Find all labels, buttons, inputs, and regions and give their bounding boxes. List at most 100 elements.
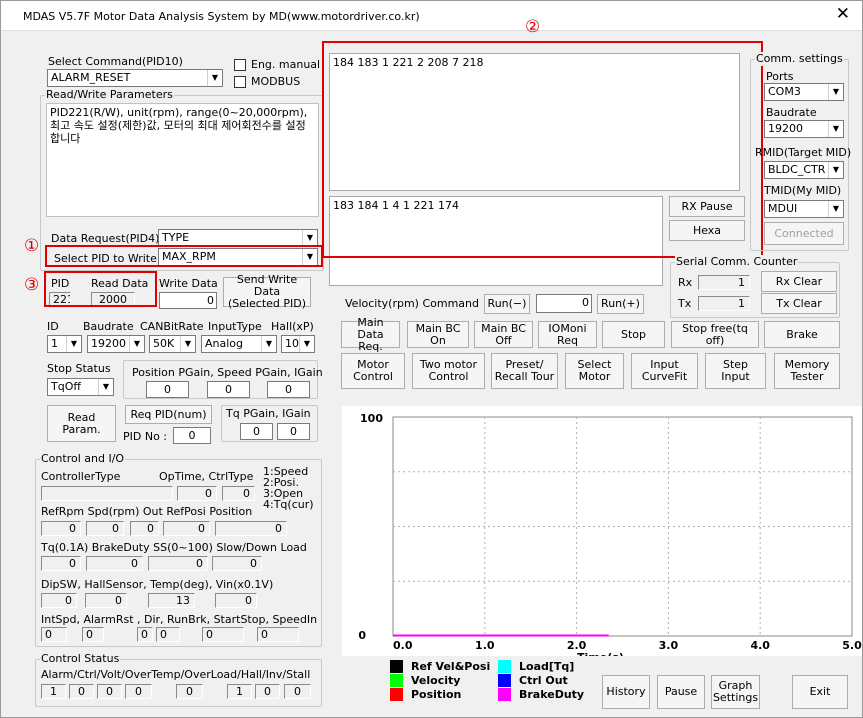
memory-tester-button[interactable]: Memory Tester — [774, 353, 840, 389]
write-data-input[interactable]: 0 — [159, 292, 217, 309]
eng-manual-checkbox[interactable]: Eng. manual — [234, 58, 320, 71]
comm-baudrate-combo[interactable]: 19200 ▼ — [764, 120, 844, 138]
canbitrate-combo[interactable]: 50K ▼ — [149, 335, 196, 353]
vin-value: 0 — [215, 593, 257, 608]
stop-status-value: TqOff — [51, 380, 81, 393]
close-icon[interactable]: ✕ — [836, 6, 850, 23]
main-bc-off-button[interactable]: Main BC Off — [474, 321, 533, 348]
position-pgain-input[interactable]: 0 — [146, 381, 189, 398]
baudrate-combo[interactable]: 19200 ▼ — [87, 335, 145, 353]
two-motor-control-button[interactable]: Two motor Control — [412, 353, 485, 389]
row4-labels: DipSW, HallSensor, Temp(deg), Vin(x0.1V) — [41, 578, 274, 591]
rx-counter-label: Rx — [678, 276, 693, 289]
rx-counter-value: 1 — [698, 275, 750, 290]
runbrk-value: 0 — [156, 627, 180, 642]
send-write-data-button[interactable]: Send Write Data (Selected PID) — [223, 274, 311, 310]
brake-button[interactable]: Brake — [764, 321, 840, 348]
dir-value: 0 — [137, 627, 153, 642]
comm-baudrate-value: 19200 — [768, 122, 803, 135]
tq-value: 0 — [41, 556, 81, 571]
main-window: MDAS V5.7F Motor Data Analysis System by… — [0, 0, 863, 718]
modbus-checkbox[interactable]: MODBUS — [234, 75, 300, 88]
startstop-value: 0 — [202, 627, 244, 642]
legend-swatch — [390, 674, 403, 687]
legend-label: BrakeDuty — [519, 688, 585, 701]
stop-free-button[interactable]: Stop free(tq off) — [671, 321, 759, 348]
optime-ctrltype-label: OpTime, CtrlType — [159, 470, 254, 483]
control-status-group: Control Status — [35, 652, 322, 707]
tmid-combo[interactable]: MDUI ▼ — [764, 200, 844, 218]
x-tick-label: 1.0 — [475, 639, 495, 652]
input-curvefit-button[interactable]: Input CurveFit — [631, 353, 698, 389]
legend-swatch — [390, 660, 403, 673]
graph-settings-button[interactable]: Graph Settings — [711, 675, 760, 709]
tq-igain-input[interactable]: 0 — [277, 423, 310, 440]
select-command-value: ALARM_RESET — [51, 71, 131, 84]
req-pid-button[interactable]: Req PID(num) — [125, 405, 212, 424]
controller-type-value — [41, 486, 173, 501]
row2-labels: RefRpm Spd(rpm) Out RefPosi Position — [41, 505, 253, 518]
rmid-combo[interactable]: BLDC_CTR ▼ — [764, 161, 844, 179]
x-tick-label: 3.0 — [659, 639, 679, 652]
legend-swatch — [498, 660, 511, 673]
checkbox-box — [234, 75, 246, 88]
run-plus-button[interactable]: Run(+) — [597, 294, 644, 314]
chevron-down-icon: ▼ — [302, 230, 317, 246]
id-combo[interactable]: 1 ▼ — [47, 335, 82, 353]
select-motor-button[interactable]: Select Motor — [565, 353, 624, 389]
tq-pgain-input[interactable]: 0 — [240, 423, 273, 440]
controller-type-label: ControllerType — [41, 470, 121, 483]
legend-swatch — [498, 674, 511, 687]
ctrltype-legend: 1:Speed 2:Posi. 3:Open 4:Tq(cur) — [263, 465, 314, 511]
select-command-combo[interactable]: ALARM_RESET ▼ — [47, 69, 223, 87]
preset-recall-tour-button[interactable]: Preset/ Recall Tour — [491, 353, 558, 389]
y-axis-max-label: 100 — [360, 412, 383, 425]
tmid-label: TMID(My MID) — [764, 184, 842, 197]
window-title: MDAS V5.7F Motor Data Analysis System by… — [23, 10, 420, 23]
tq-gain-title: Tq PGain, IGain — [226, 407, 311, 420]
chevron-down-icon: ▼ — [129, 336, 144, 352]
hall-combo[interactable]: 10 ▼ — [281, 335, 315, 353]
select-command-label: Select Command(PID10) — [48, 55, 183, 68]
ports-combo[interactable]: COM3 ▼ — [764, 83, 844, 101]
legend-position: Position — [390, 688, 461, 701]
baudrate-label: Baudrate — [83, 320, 134, 333]
legend-swatch — [390, 688, 403, 701]
read-param-button[interactable]: Read Param. — [47, 405, 116, 442]
control-status-labels: Alarm/Ctrl/Volt/OverTemp/OverLoad/Hall/I… — [41, 668, 311, 681]
legend-velocity: Velocity — [390, 674, 460, 687]
step-input-button[interactable]: Step Input — [705, 353, 766, 389]
legend-load: Load[Tq] — [498, 660, 574, 673]
rx-clear-button[interactable]: Rx Clear — [761, 271, 837, 292]
tx-clear-button[interactable]: Tx Clear — [761, 293, 837, 314]
legend-label: Load[Tq] — [519, 660, 575, 673]
eng-manual-label: Eng. manual — [251, 58, 321, 71]
annotation-1: ① — [24, 236, 40, 256]
run-minus-button[interactable]: Run(−) — [484, 294, 530, 314]
canbitrate-value: 50K — [153, 337, 175, 350]
annotation-2: ② — [525, 17, 541, 37]
connected-button[interactable]: Connected — [764, 222, 844, 245]
legend-label: Ref Vel&Posi — [411, 660, 491, 673]
stop-status-combo[interactable]: TqOff ▼ — [47, 378, 114, 396]
legend-brakeduty: BrakeDuty — [498, 688, 584, 701]
igain-input[interactable]: 0 — [267, 381, 310, 398]
exit-button[interactable]: Exit — [792, 675, 848, 709]
tx-counter-value: 1 — [698, 296, 750, 311]
history-button[interactable]: History — [602, 675, 650, 709]
speed-pgain-input[interactable]: 0 — [207, 381, 250, 398]
pid-no-input[interactable]: 0 — [173, 427, 211, 444]
parameter-description[interactable]: PID221(R/W), unit(rpm), range(0~20,000rp… — [46, 103, 319, 217]
stop-button[interactable]: Stop — [602, 321, 665, 348]
velocity-input[interactable]: 0 — [536, 294, 592, 313]
main-bc-on-button[interactable]: Main BC On — [407, 321, 469, 348]
pause-button[interactable]: Pause — [657, 675, 705, 709]
comm-baudrate-label: Baudrate — [766, 106, 817, 119]
overtemp-status: 0 — [125, 684, 152, 699]
iomoni-req-button[interactable]: IOMoni Req — [538, 321, 597, 348]
inputtype-combo[interactable]: Analog ▼ — [201, 335, 277, 353]
chevron-down-icon: ▼ — [180, 336, 195, 352]
main-data-req-button[interactable]: Main Data Req. — [341, 316, 400, 352]
motor-control-button[interactable]: Motor Control — [341, 353, 405, 389]
speedin-value: 0 — [257, 627, 299, 642]
